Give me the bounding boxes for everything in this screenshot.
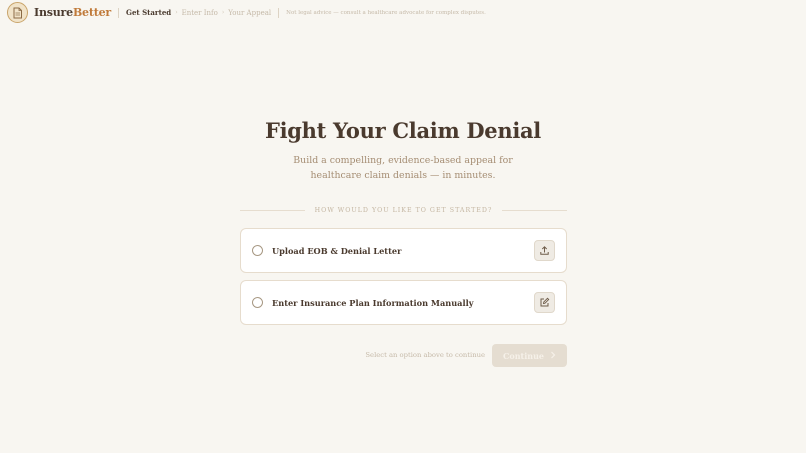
option-enter-manually[interactable]: Enter Insurance Plan Information Manuall… (240, 280, 567, 325)
continue-button[interactable]: Continue (492, 344, 567, 367)
brand-part-1: Insure (34, 6, 73, 19)
get-started-prompt: HOW WOULD YOU LIKE TO GET STARTED? (314, 206, 493, 214)
disclaimer-text: Not legal advice — consult a healthcare … (286, 9, 486, 16)
page-subtitle: Build a compelling, evidence-based appea… (293, 155, 513, 181)
continue-label: Continue (503, 350, 544, 361)
step-your-appeal: Your Appeal (228, 8, 272, 17)
step-enter-info: Enter Info (181, 8, 218, 17)
chevron-right-icon: › (221, 9, 225, 16)
section-divider: HOW WOULD YOU LIKE TO GET STARTED? (240, 204, 568, 216)
option-label: Upload EOB & Denial Letter (272, 245, 402, 256)
divider (278, 7, 280, 18)
brand-part-2: Better (72, 6, 111, 19)
divider (118, 7, 119, 18)
document-icon[interactable] (7, 2, 28, 23)
chevron-right-icon: › (175, 9, 178, 16)
continue-hint: Select an option above to continue (365, 351, 485, 359)
radio-button[interactable] (252, 297, 263, 308)
top-bar: InsureBetter Get Started › Enter Info › … (0, 0, 806, 25)
edit-icon (534, 292, 555, 313)
step-get-started[interactable]: Get Started (126, 8, 171, 17)
brand-logo[interactable]: InsureBetter (34, 6, 111, 19)
chevron-right-icon (550, 351, 556, 361)
option-label: Enter Insurance Plan Information Manuall… (272, 297, 474, 308)
upload-icon (534, 240, 555, 261)
page-title: Fight Your Claim Denial (265, 118, 541, 143)
radio-button[interactable] (252, 245, 263, 256)
option-upload-eob[interactable]: Upload EOB & Denial Letter (240, 228, 567, 273)
